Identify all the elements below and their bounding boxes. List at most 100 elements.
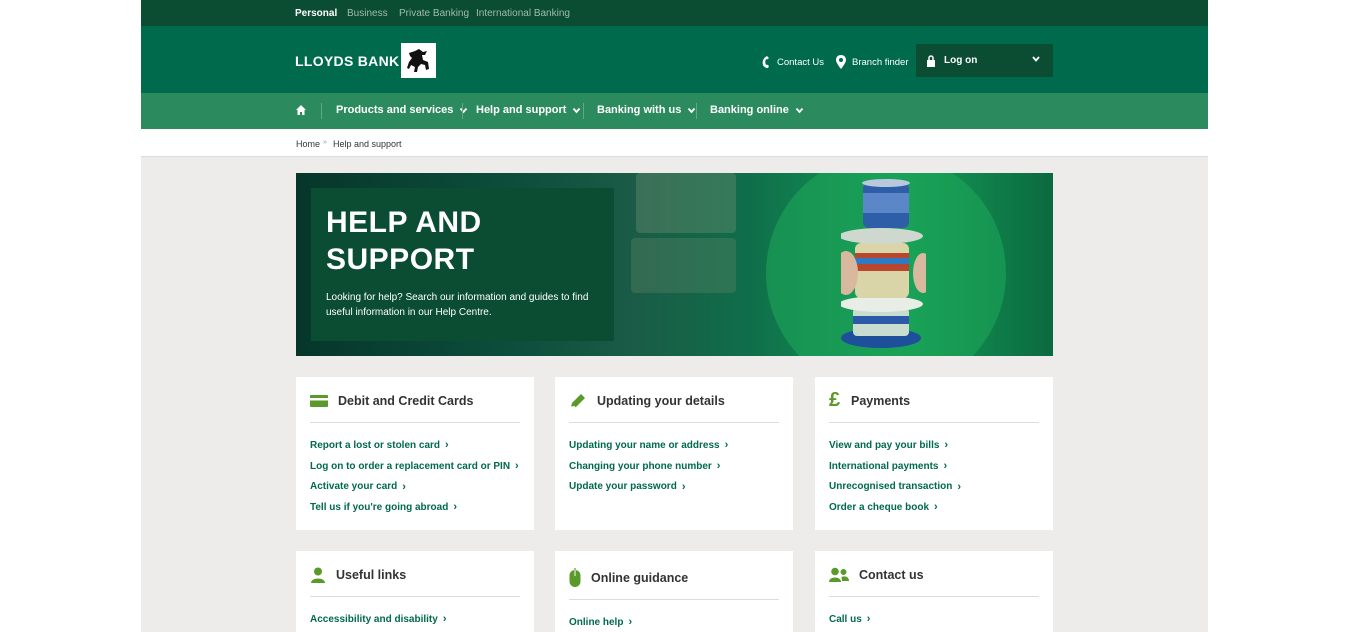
people-icon — [829, 567, 849, 582]
log-on-button[interactable]: Log on — [916, 44, 1053, 77]
chevron-right-icon: › — [445, 439, 449, 452]
card-icon — [310, 394, 328, 407]
card-payments: £ Payments View and pay your bills › Inte… — [815, 377, 1053, 530]
card-contact-us: Contact us Call us › — [815, 551, 1053, 632]
card-title-label: Updating your details — [597, 393, 725, 408]
nav-products-and-services[interactable]: Products and services — [336, 104, 468, 116]
hero-description: Looking for help? Search our information… — [326, 292, 589, 318]
card-debit-credit: Debit and Credit Cards Report a lost or … — [296, 377, 534, 530]
page-frame: Personal Business Private Banking Intern… — [141, 0, 1208, 632]
mouse-icon — [569, 567, 581, 587]
card-title: Useful links — [310, 551, 520, 597]
nav-banking-online[interactable]: Banking online — [710, 104, 804, 116]
link-international-payments[interactable]: International payments › — [829, 456, 1039, 477]
page-title: HELP AND SUPPORT — [326, 206, 482, 276]
link-update-password[interactable]: Update your password › — [569, 476, 779, 497]
chevron-down-icon — [688, 107, 696, 113]
pencil-icon — [570, 393, 585, 407]
contact-us-link[interactable]: Contact Us — [761, 55, 824, 69]
link-update-name-address[interactable]: Updating your name or address › — [569, 435, 779, 456]
link-label: Activate your card — [310, 481, 398, 493]
nav-label: Banking online — [710, 104, 789, 116]
link-order-replacement-card[interactable]: Log on to order a replacement card or PI… — [310, 456, 520, 477]
card-title: Updating your details — [569, 377, 779, 423]
breadcrumb-home[interactable]: Home — [296, 139, 320, 149]
hero-picture-frame — [631, 238, 736, 293]
card-title: £ Payments — [829, 377, 1039, 423]
link-order-cheque-book[interactable]: Order a cheque book › — [829, 497, 1039, 518]
link-label: Update your password — [569, 481, 677, 493]
person-icon — [311, 567, 325, 583]
link-unrecognised-transaction[interactable]: Unrecognised transaction › — [829, 476, 1039, 497]
link-label: Log on to order a replacement card or PI… — [310, 460, 511, 472]
chevron-right-icon: › — [453, 501, 457, 514]
header: LLOYDS BANK Contact Us Branch finder Log… — [141, 26, 1208, 93]
card-title: Contact us — [829, 551, 1039, 597]
link-online-help[interactable]: Online help › — [569, 612, 779, 632]
card-updating-details: Updating your details Updating your name… — [555, 377, 793, 530]
link-view-pay-bills[interactable]: View and pay your bills › — [829, 435, 1039, 456]
link-going-abroad[interactable]: Tell us if you're going abroad › — [310, 497, 520, 518]
chevron-right-icon: › — [681, 480, 686, 493]
card-title: Debit and Credit Cards — [310, 377, 520, 423]
link-label: Tell us if you're going abroad — [310, 501, 449, 513]
hero-banner: HELP AND SUPPORT Looking for help? Searc… — [296, 173, 1053, 356]
link-label: Report a lost or stolen card — [310, 439, 441, 451]
horse-logo-icon[interactable] — [401, 43, 436, 78]
card-title-label: Contact us — [859, 567, 924, 582]
map-pin-icon — [836, 55, 846, 69]
nav-help-and-support[interactable]: Help and support — [476, 104, 581, 116]
link-label: Updating your name or address — [569, 439, 720, 451]
chevron-right-icon: › — [944, 439, 949, 452]
pound-icon: £ — [829, 389, 841, 411]
nav-banking-with-us[interactable]: Banking with us — [597, 104, 696, 116]
card-title: Online guidance — [569, 551, 779, 600]
chevron-right-icon: › — [628, 616, 633, 629]
card-title-label: Useful links — [336, 567, 407, 582]
card-title-label: Payments — [851, 393, 911, 408]
link-change-phone[interactable]: Changing your phone number › — [569, 456, 779, 477]
padlock-icon — [927, 54, 935, 67]
link-report-lost-card[interactable]: Report a lost or stolen card › — [310, 435, 520, 456]
chevron-right-icon: › — [442, 613, 447, 626]
breadcrumb-current: Help and support — [333, 139, 402, 149]
segment-business[interactable]: Business — [347, 8, 388, 19]
chevron-right-icon: › — [943, 460, 948, 473]
card-title-label: Online guidance — [591, 570, 689, 585]
chevron-right-icon: › — [957, 480, 962, 493]
link-label: Order a cheque book — [829, 501, 930, 513]
branch-finder-link[interactable]: Branch finder — [836, 55, 909, 69]
segment-international-banking[interactable]: International Banking — [476, 8, 570, 19]
nav-label: Products and services — [336, 104, 454, 116]
chevron-down-icon — [795, 107, 804, 113]
chevron-down-icon — [1032, 56, 1040, 62]
brand-logo-text[interactable]: LLOYDS BANK — [295, 53, 399, 69]
link-label: Online help — [569, 616, 624, 628]
hero-picture-frame — [636, 173, 736, 233]
link-accessibility[interactable]: Accessibility and disability › — [310, 609, 520, 630]
link-call-us[interactable]: Call us › — [829, 609, 1039, 630]
chevron-right-icon: › — [402, 480, 406, 493]
phone-icon — [762, 56, 769, 68]
nav-label: Banking with us — [597, 104, 682, 116]
segment-bar: Personal Business Private Banking Intern… — [141, 0, 1208, 26]
link-activate-card[interactable]: Activate your card › — [310, 476, 520, 497]
link-label: Unrecognised transaction — [829, 481, 953, 493]
link-label: View and pay your bills — [829, 439, 940, 451]
chevron-down-icon — [573, 107, 581, 113]
contact-us-label: Contact Us — [777, 56, 824, 68]
chevron-right-icon: › — [934, 501, 938, 514]
segment-private-banking[interactable]: Private Banking — [399, 8, 469, 19]
home-icon[interactable] — [295, 104, 307, 116]
segment-personal[interactable]: Personal — [295, 8, 337, 19]
teacups-image — [841, 179, 926, 348]
chevron-right-icon: › — [724, 439, 729, 452]
main-navigation: Products and services Help and support B… — [141, 93, 1208, 129]
link-label: Accessibility and disability — [310, 613, 438, 625]
log-on-label: Log on — [944, 55, 978, 66]
link-label: Call us — [829, 613, 862, 625]
chevron-right-icon: › — [866, 613, 871, 626]
chevron-down-icon — [460, 107, 468, 113]
chevron-right-icon: › — [716, 460, 721, 473]
branch-finder-label: Branch finder — [852, 56, 909, 68]
